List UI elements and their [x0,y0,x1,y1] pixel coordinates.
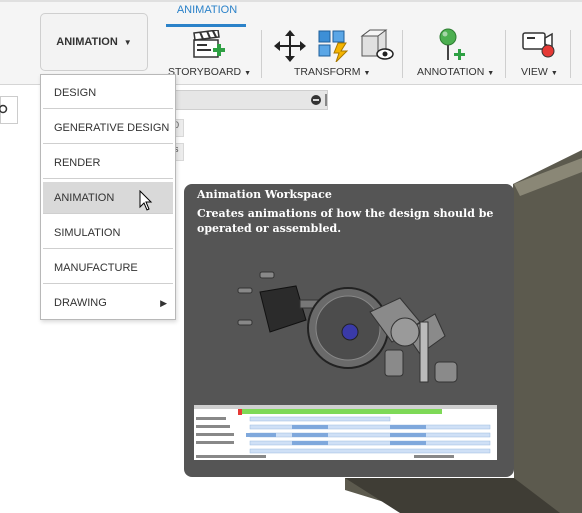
caret-down-icon: ▼ [123,37,132,47]
menu-item-label: ANIMATION [54,191,115,204]
menu-item-render[interactable]: RENDER [43,147,173,179]
menu-item-label: DESIGN [54,86,97,99]
callout-pin-icon[interactable] [436,28,466,64]
tab-animation[interactable]: ANIMATION [168,4,246,16]
divider [261,30,262,78]
menu-item-design[interactable]: DESIGN [43,77,173,109]
caret-down-icon: ▼ [363,70,371,77]
auto-explode-icon[interactable] [316,28,350,62]
menu-item-label: RENDER [54,156,101,169]
workspace-menu: DESIGN GENERATIVE DESIGN RENDER ANIMATIO… [40,74,176,320]
animation-timeline-illustration [194,405,497,460]
menu-item-label: SIMULATION [54,226,121,239]
publish-video-icon[interactable] [521,30,557,60]
menu-item-simulation[interactable]: SIMULATION [43,217,173,249]
menu-item-generative-design[interactable]: GENERATIVE DESIGN [43,112,173,144]
storyboard-group-button[interactable]: STORYBOARD ▼ [168,66,251,78]
search-icon [0,104,8,114]
menu-item-label: GENERATIVE DESIGN [54,121,170,134]
divider [570,30,571,78]
menu-item-drawing[interactable]: DRAWING ▶ [43,287,173,319]
transform-group-button[interactable]: TRANSFORM ▼ [294,66,370,78]
timeline-graphic [194,405,497,458]
menu-item-manufacture[interactable]: MANUFACTURE [43,252,173,284]
left-panel-toggle[interactable] [0,96,18,124]
tooltip-title: Animation Workspace [197,188,332,201]
toolbar-top-line [0,0,582,2]
storyboard-icon[interactable] [192,30,226,62]
caret-down-icon: ▼ [244,70,252,77]
workspace-switcher-label: ANIMATION [56,36,118,48]
view-group-button[interactable]: VIEW ▼ [521,66,558,78]
menu-item-label: MANUFACTURE [54,261,138,274]
browser-search-field[interactable] [170,90,328,110]
storyboard-label: STORYBOARD [168,66,242,78]
workspace-switcher-button[interactable]: ANIMATION ▼ [40,13,148,71]
tooltip-description: Creates animations of how the design sho… [197,207,494,235]
tab-animation-underline [166,24,246,27]
search-field-edge [325,94,327,106]
clear-icon[interactable] [310,94,322,106]
show-hide-component-icon[interactable] [358,28,394,62]
menu-item-label: DRAWING [54,297,107,309]
menu-item-animation[interactable]: ANIMATION [43,182,173,214]
annotation-label: ANNOTATION [417,66,485,78]
caret-down-icon: ▼ [550,70,558,77]
view-label: VIEW [521,66,548,78]
caret-down-icon: ▼ [487,70,495,77]
exploded-gearbox-illustration [237,271,458,383]
mouse-cursor-icon [139,190,153,211]
move-icon[interactable] [273,29,307,63]
divider [505,30,506,78]
divider [402,30,403,78]
annotation-group-button[interactable]: ANNOTATION ▼ [417,66,494,78]
transform-label: TRANSFORM [294,66,361,78]
submenu-arrow-icon: ▶ [160,297,167,308]
